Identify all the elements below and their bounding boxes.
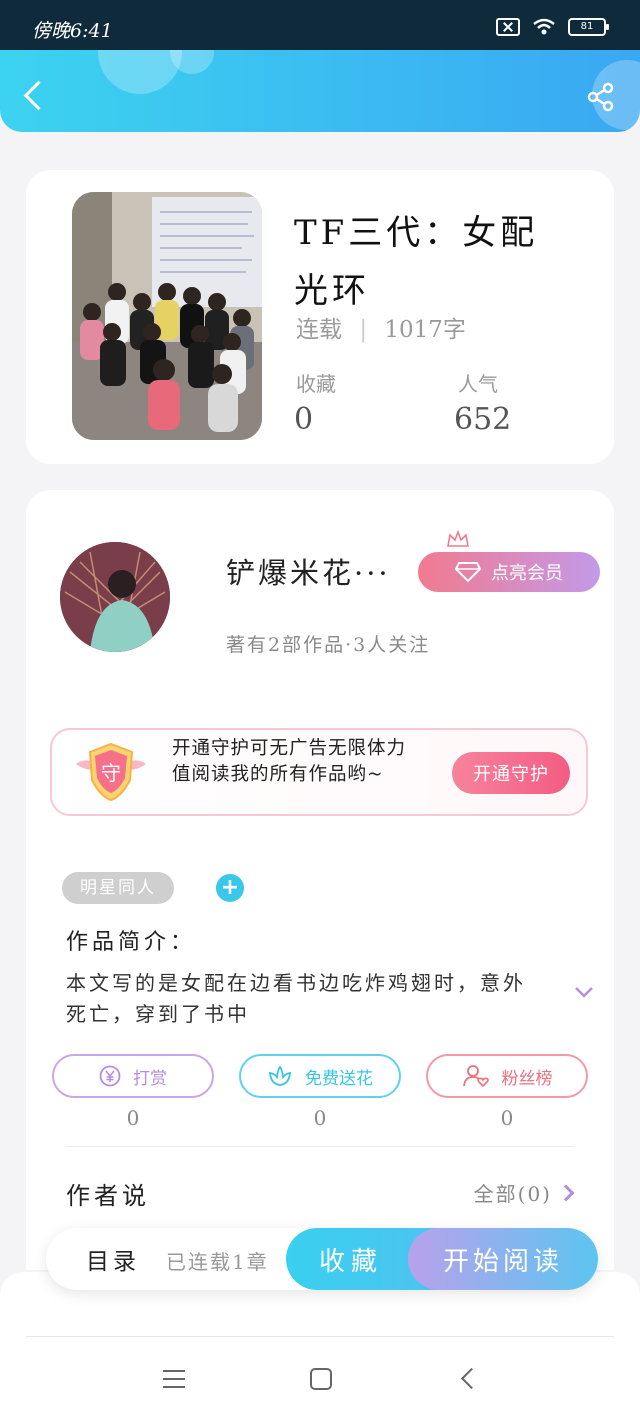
guard-badge-text: 守 — [101, 761, 121, 785]
send-flower-button[interactable]: 免费送花 — [239, 1054, 401, 1098]
reward-button[interactable]: 打赏 — [52, 1054, 214, 1098]
serial-status: 连载 — [296, 317, 342, 343]
start-reading-button[interactable]: 开始阅读 — [408, 1228, 598, 1290]
open-guard-button[interactable]: 开通守护 — [452, 752, 570, 794]
favorites-label: 收藏 — [296, 372, 336, 396]
crown-icon — [447, 530, 469, 547]
system-navigation-bar — [0, 1272, 640, 1422]
author-card: 铲爆米花··· 点亮会员 著有2部作品·3人关注 守 开通守护可无广告无限体力值… — [26, 490, 614, 1270]
book-info-card: TF三代：女配 光环 连载 | 1017字 收藏 0 人气 652 — [26, 170, 614, 464]
top-header — [0, 50, 640, 132]
home-icon[interactable] — [310, 1368, 332, 1390]
author-says-title: 作者说 — [66, 1182, 150, 1210]
book-status-line: 连载 | 1017字 — [296, 310, 466, 344]
status-divider: | — [359, 317, 368, 343]
guard-promo-banner[interactable]: 守 开通守护可无广告无限体力值阅读我的所有作品哟~ 开通守护 — [50, 728, 588, 816]
light-up-vip-button[interactable]: 点亮会员 — [418, 552, 600, 592]
system-icons: 81 — [496, 18, 609, 36]
reward-count: 0 — [126, 1106, 140, 1130]
word-count: 1017字 — [384, 317, 466, 343]
guard-promo-text: 开通守护可无广告无限体力值阅读我的所有作品哟~ — [172, 738, 407, 785]
author-says-all-link[interactable]: 全部(0) — [473, 1178, 575, 1207]
table-of-contents-button[interactable]: 目录 — [86, 1242, 140, 1276]
section-divider — [66, 1146, 574, 1147]
favorite-button-label: 收藏 — [318, 1246, 383, 1277]
genre-tag[interactable]: 明星同人 — [62, 872, 174, 904]
reward-label: 打赏 — [133, 1068, 167, 1089]
back-button[interactable] — [22, 78, 50, 112]
popularity-label: 人气 — [458, 372, 498, 396]
no-sim-icon — [496, 18, 520, 36]
send-flower-label: 免费送花 — [305, 1068, 373, 1089]
back-nav-icon[interactable] — [460, 1367, 483, 1390]
book-title-line-1: TF三代：女配 — [294, 213, 539, 253]
share-icon — [587, 82, 614, 112]
chapter-count: 已连载1章 — [166, 1250, 269, 1274]
status-bar: 傍晚6:41 81 — [0, 0, 640, 50]
popularity-value: 652 — [454, 402, 512, 437]
fan-ranking-label: 粉丝榜 — [501, 1068, 553, 1089]
book-cover-image[interactable] — [72, 192, 262, 440]
share-button[interactable] — [586, 82, 616, 112]
chevron-down-icon[interactable] — [574, 986, 594, 998]
author-avatar[interactable] — [60, 542, 170, 652]
bottom-action-bar: 目录 已连载1章 收藏 开始阅读 — [46, 1228, 598, 1290]
author-meta: 著有2部作品·3人关注 — [226, 634, 431, 656]
flower-icon — [268, 1065, 292, 1086]
author-says-all-label: 全部(0) — [473, 1182, 552, 1206]
guard-shield-icon: 守 — [76, 742, 146, 802]
wifi-icon — [532, 18, 556, 36]
favorites-value: 0 — [294, 402, 314, 437]
vip-button-label: 点亮会员 — [491, 563, 563, 584]
chevron-right-icon — [557, 1184, 575, 1201]
fan-ranking-button[interactable]: 粉丝榜 — [426, 1054, 588, 1098]
nav-divider — [26, 1336, 614, 1337]
fan-rank-icon — [462, 1065, 489, 1088]
book-title: TF三代：女配 光环 — [294, 204, 594, 320]
diamond-icon — [455, 562, 481, 583]
fan-ranking-count: 0 — [500, 1106, 514, 1130]
decor-bubble — [98, 50, 182, 94]
yen-icon — [99, 1065, 121, 1087]
author-name[interactable]: 铲爆米花··· — [226, 550, 391, 592]
status-time: 傍晚6:41 — [32, 20, 113, 42]
add-tag-button[interactable]: + — [216, 874, 244, 902]
send-flower-count: 0 — [313, 1106, 327, 1130]
menu-icon[interactable] — [163, 1370, 185, 1388]
battery-icon: 81 — [568, 18, 609, 36]
intro-title: 作品简介： — [66, 930, 197, 955]
intro-text: 本文写的是女配在边看书边吃炸鸡翅时，意外死亡，穿到了书中 — [66, 971, 526, 1026]
